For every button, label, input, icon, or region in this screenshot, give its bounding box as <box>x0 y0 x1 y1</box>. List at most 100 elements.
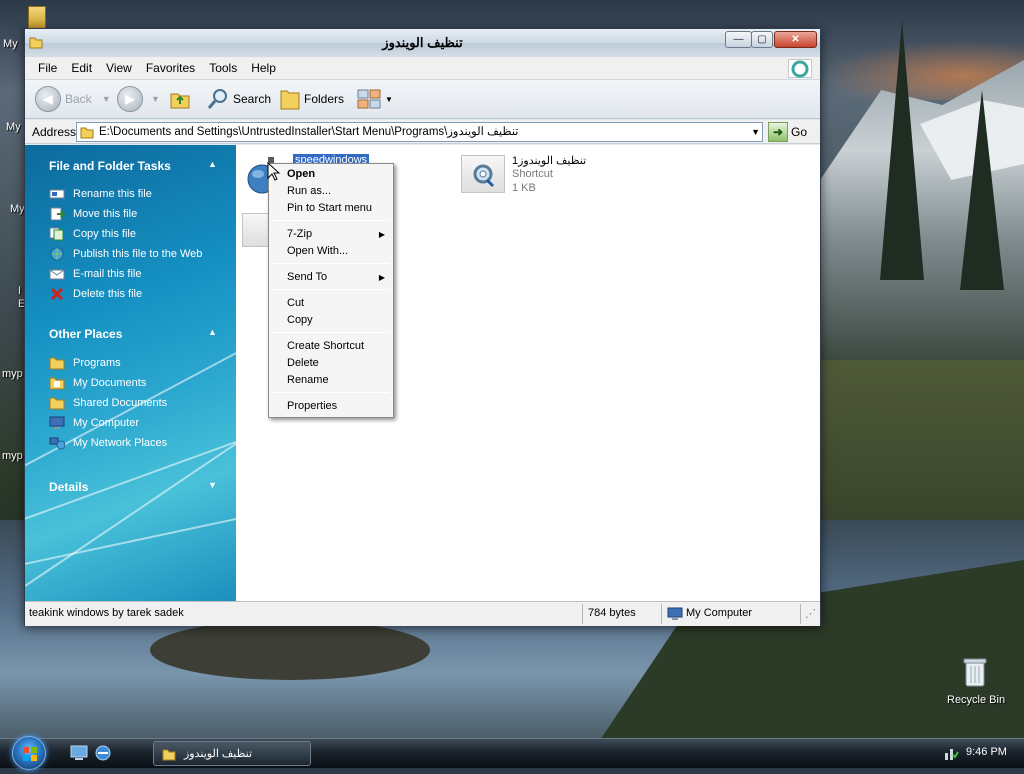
desktop-folder-icon[interactable] <box>28 6 46 30</box>
start-button[interactable] <box>12 736 46 770</box>
wallpaper-streak <box>25 415 236 527</box>
publish-icon <box>49 247 65 261</box>
menu-help[interactable]: Help <box>244 59 283 77</box>
go-arrow-icon[interactable]: ➜ <box>768 122 788 142</box>
task-pane: File and Folder Tasks ▲ Rename this file… <box>25 145 236 601</box>
network-status-icon[interactable] <box>943 745 959 761</box>
desktop-icon-label[interactable]: My <box>10 203 25 215</box>
menu-delete[interactable]: Delete <box>287 357 319 369</box>
menu-create-shortcut[interactable]: Create Shortcut <box>287 340 364 352</box>
search-button[interactable]: Search <box>206 86 271 112</box>
place-shared-documents[interactable]: Shared Documents <box>49 396 167 410</box>
views-icon <box>357 89 381 109</box>
menu-rename[interactable]: Rename <box>287 374 329 386</box>
menu-send-to[interactable]: Send To <box>287 271 327 283</box>
menu-copy[interactable]: Copy <box>287 314 313 326</box>
email-icon <box>49 267 65 281</box>
clock[interactable]: 9:46 PM <box>966 746 1007 758</box>
collapse-chevron-icon[interactable]: ▲ <box>208 159 217 169</box>
place-label: My Network Places <box>73 437 168 449</box>
chevron-down-icon[interactable]: ▼ <box>751 123 760 141</box>
views-button[interactable]: ▼ <box>357 86 393 112</box>
task-label: Move this file <box>73 208 138 220</box>
menu-7zip[interactable]: 7-Zip <box>287 228 312 240</box>
menu-run-as[interactable]: Run as... <box>287 185 331 197</box>
task-rename-file[interactable]: Rename this file <box>49 187 152 201</box>
menu-open-with[interactable]: Open With... <box>287 245 348 257</box>
desktop-icon-label[interactable]: myp <box>2 450 23 462</box>
menu-file[interactable]: File <box>31 59 64 77</box>
address-input[interactable]: E:\Documents and Settings\UntrustedInsta… <box>76 122 763 142</box>
menu-view[interactable]: View <box>99 59 139 77</box>
menu-favorites[interactable]: Favorites <box>139 59 202 77</box>
address-value: E:\Documents and Settings\UntrustedInsta… <box>99 126 519 138</box>
place-label: Programs <box>73 357 121 369</box>
wallpaper-streak <box>25 406 236 587</box>
menu-open[interactable]: Open <box>287 168 315 180</box>
details-title[interactable]: Details <box>49 480 88 494</box>
back-button[interactable]: ◀ Back ▼ <box>35 86 111 112</box>
show-desktop-icon[interactable] <box>70 745 88 761</box>
menu-cut[interactable]: Cut <box>287 297 304 309</box>
forward-button[interactable]: ▶ ▼ <box>117 86 160 112</box>
task-publish-file[interactable]: Publish this file to the Web <box>49 247 202 261</box>
task-copy-file[interactable]: Copy this file <box>49 227 136 241</box>
go-label[interactable]: Go <box>791 125 807 139</box>
up-folder-icon <box>170 93 190 109</box>
desktop-icon-label[interactable]: My <box>6 121 21 133</box>
wallpaper-streak <box>25 498 236 567</box>
maximize-button[interactable]: ▢ <box>751 31 773 48</box>
menu-edit[interactable]: Edit <box>64 59 99 77</box>
close-button[interactable]: ✕ <box>774 31 817 48</box>
minimize-button[interactable]: — <box>725 31 752 48</box>
toolbar: ◀ Back ▼ ▶ ▼ Search Folders ▼ <box>25 79 820 119</box>
file-folder-tasks-title[interactable]: File and Folder Tasks <box>49 159 171 173</box>
menu-properties[interactable]: Properties <box>287 400 337 412</box>
recycle-bin-label[interactable]: Recycle Bin <box>947 694 1005 706</box>
place-programs[interactable]: Programs <box>49 356 121 370</box>
desktop-icon-label[interactable]: myp <box>2 368 23 380</box>
status-bar: teakink windows by tarek sadek 784 bytes… <box>25 601 820 626</box>
folders-button[interactable]: Folders <box>279 86 344 112</box>
menu-bar: File Edit View Favorites Tools Help <box>25 57 820 79</box>
delete-icon <box>49 287 65 301</box>
place-my-documents[interactable]: My Documents <box>49 376 146 390</box>
documents-icon <box>49 376 65 390</box>
status-divider <box>582 604 583 624</box>
collapse-chevron-icon[interactable]: ▲ <box>208 327 217 337</box>
folder-icon <box>162 749 176 760</box>
taskbar-window-button[interactable]: تنظيف الويندوز <box>153 741 311 766</box>
task-move-file[interactable]: Move this file <box>49 207 137 221</box>
task-label: Rename this file <box>73 188 152 200</box>
menu-separator <box>271 263 389 264</box>
status-description: teakink windows by tarek sadek <box>29 607 184 619</box>
file-item-shortcut[interactable]: تنظيف الويندوز1 Shortcut 1 KB <box>461 153 661 203</box>
up-folder-button[interactable] <box>169 86 191 112</box>
other-places-title[interactable]: Other Places <box>49 327 122 341</box>
menu-separator <box>271 289 389 290</box>
menu-tools[interactable]: Tools <box>202 59 244 77</box>
desktop-icon-label[interactable]: My <box>3 38 18 50</box>
task-label: E-mail this file <box>73 268 142 280</box>
desktop-wallpaper-grass <box>820 360 1024 530</box>
place-my-computer[interactable]: My Computer <box>49 416 139 430</box>
desktop-icon-label[interactable]: I <box>18 285 21 297</box>
place-label: My Computer <box>73 417 140 429</box>
task-label: Copy this file <box>73 228 136 240</box>
file-size: 1 KB <box>512 182 536 194</box>
menu-separator <box>271 220 389 221</box>
menu-pin-start[interactable]: Pin to Start menu <box>287 202 372 214</box>
windows-flag-icon <box>23 747 37 761</box>
task-email-file[interactable]: E-mail this file <box>49 267 141 281</box>
expand-chevron-icon[interactable]: ▼ <box>208 480 217 490</box>
internet-explorer-icon[interactable] <box>94 744 112 762</box>
context-menu: Open Run as... Pin to Start menu 7-Zip ▶… <box>268 163 394 418</box>
desktop-wallpaper-tree <box>960 90 1004 290</box>
recycle-bin-icon[interactable] <box>962 656 988 688</box>
window-titlebar[interactable]: تنظيف الويندوز — ▢ ✕ <box>25 29 820 57</box>
resize-grip-icon[interactable]: ⋰ <box>805 607 816 620</box>
place-my-network-places[interactable]: My Network Places <box>49 436 167 450</box>
task-delete-file[interactable]: Delete this file <box>49 287 142 301</box>
windows-logo-icon <box>788 59 812 78</box>
explorer-window: تنظيف الويندوز — ▢ ✕ File Edit View Favo… <box>24 28 821 626</box>
